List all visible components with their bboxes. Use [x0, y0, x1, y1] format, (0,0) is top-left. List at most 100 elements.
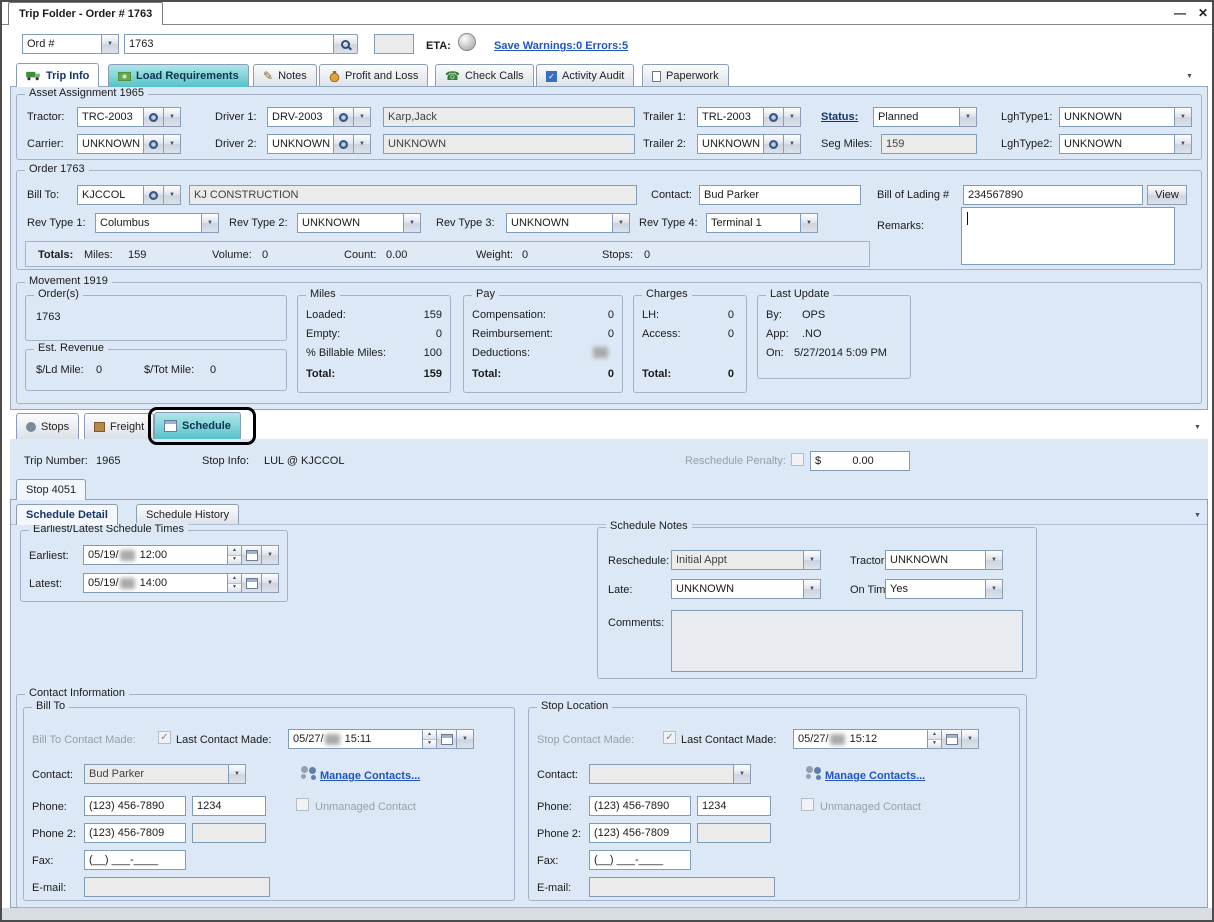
dropdown-arrow-icon[interactable]: ▼ — [801, 213, 818, 233]
manage-contacts-link[interactable]: Manage Contacts... — [320, 769, 420, 783]
up-arrow-icon[interactable]: ▲ — [228, 574, 241, 584]
notes-tractor-dropdown[interactable]: UNKNOWN ▼ — [885, 550, 1003, 570]
dropdown-arrow-icon[interactable]: ▼ — [102, 34, 119, 54]
unmanaged-contact-checkbox[interactable] — [296, 798, 309, 811]
contact-made-checkbox[interactable]: ✓ — [158, 731, 171, 744]
lookup-icon[interactable] — [764, 134, 784, 154]
unmanaged-contact-checkbox[interactable] — [801, 798, 814, 811]
view-button[interactable]: View — [1147, 185, 1187, 205]
reschedule-penalty-checkbox[interactable] — [791, 453, 804, 466]
driver1-name-field[interactable]: Karp,Jack — [383, 107, 635, 127]
bill-to-combo[interactable]: KJCCOL ▼ — [77, 185, 181, 205]
contact-dropdown[interactable]: Bud Parker ▼ — [84, 764, 246, 784]
contact-dropdown[interactable]: ▼ — [589, 764, 751, 784]
dropdown-arrow-icon[interactable]: ▼ — [262, 573, 279, 593]
last-contact-datetime-picker[interactable]: 05/27/15:12 ▲▼ ▼ — [793, 729, 979, 749]
tab-overflow-arrow[interactable]: ▼ — [1186, 70, 1193, 84]
calendar-button[interactable] — [437, 729, 457, 749]
phone2-field[interactable]: (123) 456-7809 — [589, 823, 691, 843]
dropdown-arrow-icon[interactable]: ▼ — [960, 107, 977, 127]
rev2-dropdown[interactable]: UNKNOWN ▼ — [297, 213, 421, 233]
earliest-datetime-picker[interactable]: 05/19/12:00 ▲▼ ▼ — [83, 545, 279, 565]
phone-ext-field[interactable]: 1234 — [192, 796, 266, 816]
eta-value-field[interactable] — [374, 34, 414, 54]
time-spinner[interactable]: ▲▼ — [423, 729, 437, 749]
driver2-name-field[interactable]: UNKNOWN — [383, 134, 635, 154]
ontime-dropdown[interactable]: Yes ▼ — [885, 579, 1003, 599]
tab-notes[interactable]: ✎ Notes — [253, 64, 317, 87]
dropdown-arrow-icon[interactable]: ▼ — [734, 764, 751, 784]
down-arrow-icon[interactable]: ▼ — [928, 740, 941, 749]
last-contact-datetime-picker[interactable]: 05/27/15:11 ▲▼ ▼ — [288, 729, 474, 749]
phone2-field[interactable]: (123) 456-7809 — [84, 823, 186, 843]
calendar-button[interactable] — [242, 573, 262, 593]
down-arrow-icon[interactable]: ▼ — [423, 740, 436, 749]
seg-miles-field[interactable]: 159 — [881, 134, 977, 154]
dropdown-arrow-icon[interactable]: ▼ — [986, 579, 1003, 599]
tab-trip-info[interactable]: Trip Info — [16, 63, 99, 87]
lookup-icon[interactable] — [764, 107, 784, 127]
driver2-combo[interactable]: UNKNOWN ▼ — [267, 134, 371, 154]
time-spinner[interactable]: ▲▼ — [228, 573, 242, 593]
dropdown-arrow-icon[interactable]: ▼ — [784, 107, 801, 127]
fax-field[interactable]: (__) ___-____ — [589, 850, 691, 870]
phone-field[interactable]: (123) 456-7890 — [84, 796, 186, 816]
tab-schedule[interactable]: Schedule — [154, 412, 241, 439]
dropdown-arrow-icon[interactable]: ▼ — [804, 579, 821, 599]
trailer2-combo[interactable]: UNKNOWN ▼ — [697, 134, 801, 154]
lookup-icon[interactable] — [334, 134, 354, 154]
phone-field[interactable]: (123) 456-7890 — [589, 796, 691, 816]
carrier-combo[interactable]: UNKNOWN ▼ — [77, 134, 181, 154]
lghtype2-dropdown[interactable]: UNKNOWN ▼ — [1059, 134, 1192, 154]
lghtype1-dropdown[interactable]: UNKNOWN ▼ — [1059, 107, 1192, 127]
phone2-ext-field[interactable] — [192, 823, 266, 843]
order-contact-field[interactable]: Bud Parker — [699, 185, 861, 205]
dropdown-arrow-icon[interactable]: ▼ — [262, 545, 279, 565]
tab-freight[interactable]: Freight — [84, 413, 154, 439]
tab-activity-audit[interactable]: ✓ Activity Audit — [536, 64, 634, 87]
lookup-icon[interactable] — [144, 134, 164, 154]
tab-schedule-detail[interactable]: Schedule Detail — [16, 504, 118, 525]
tab-stops[interactable]: Stops — [16, 413, 79, 439]
phone-ext-field[interactable]: 1234 — [697, 796, 771, 816]
tab-stop-4051[interactable]: Stop 4051 — [16, 479, 86, 500]
down-arrow-icon[interactable]: ▼ — [228, 584, 241, 593]
order-search-input[interactable]: 1763 — [124, 34, 358, 54]
tab-profit-and-loss[interactable]: Profit and Loss — [319, 64, 428, 87]
dropdown-arrow-icon[interactable]: ▼ — [404, 213, 421, 233]
bol-field[interactable]: 234567890 — [963, 185, 1143, 205]
rev4-dropdown[interactable]: Terminal 1 ▼ — [706, 213, 818, 233]
rev3-dropdown[interactable]: UNKNOWN ▼ — [506, 213, 630, 233]
tab-overflow-arrow[interactable]: ▼ — [1194, 509, 1201, 523]
up-arrow-icon[interactable]: ▲ — [423, 730, 436, 740]
dropdown-arrow-icon[interactable]: ▼ — [804, 550, 821, 570]
email-field[interactable] — [84, 877, 270, 897]
status-link-label[interactable]: Status: — [821, 110, 858, 124]
lookup-icon[interactable] — [334, 107, 354, 127]
ord-type-combo[interactable]: Ord # ▼ — [22, 34, 119, 54]
calendar-button[interactable] — [242, 545, 262, 565]
dropdown-arrow-icon[interactable]: ▼ — [1175, 134, 1192, 154]
driver1-combo[interactable]: DRV-2003 ▼ — [267, 107, 371, 127]
minimize-button[interactable]: — — [1174, 6, 1186, 20]
phone2-ext-field[interactable] — [697, 823, 771, 843]
save-warnings-link[interactable]: Save Warnings:0 Errors:5 — [494, 39, 628, 53]
latest-datetime-picker[interactable]: 05/19/14:00 ▲▼ ▼ — [83, 573, 279, 593]
tab-paperwork[interactable]: Paperwork — [642, 64, 729, 87]
trailer1-combo[interactable]: TRL-2003 ▼ — [697, 107, 801, 127]
dropdown-arrow-icon[interactable]: ▼ — [962, 729, 979, 749]
late-dropdown[interactable]: UNKNOWN ▼ — [671, 579, 821, 599]
up-arrow-icon[interactable]: ▲ — [928, 730, 941, 740]
tractor-combo[interactable]: TRC-2003 ▼ — [77, 107, 181, 127]
time-spinner[interactable]: ▲▼ — [228, 545, 242, 565]
time-spinner[interactable]: ▲▼ — [928, 729, 942, 749]
fax-field[interactable]: (__) ___-____ — [84, 850, 186, 870]
calendar-button[interactable] — [942, 729, 962, 749]
search-button[interactable] — [334, 34, 358, 54]
comments-textarea[interactable] — [671, 610, 1023, 672]
dropdown-arrow-icon[interactable]: ▼ — [457, 729, 474, 749]
dropdown-arrow-icon[interactable]: ▼ — [354, 107, 371, 127]
email-field[interactable] — [589, 877, 775, 897]
contact-made-checkbox[interactable]: ✓ — [663, 731, 676, 744]
dropdown-arrow-icon[interactable]: ▼ — [164, 134, 181, 154]
